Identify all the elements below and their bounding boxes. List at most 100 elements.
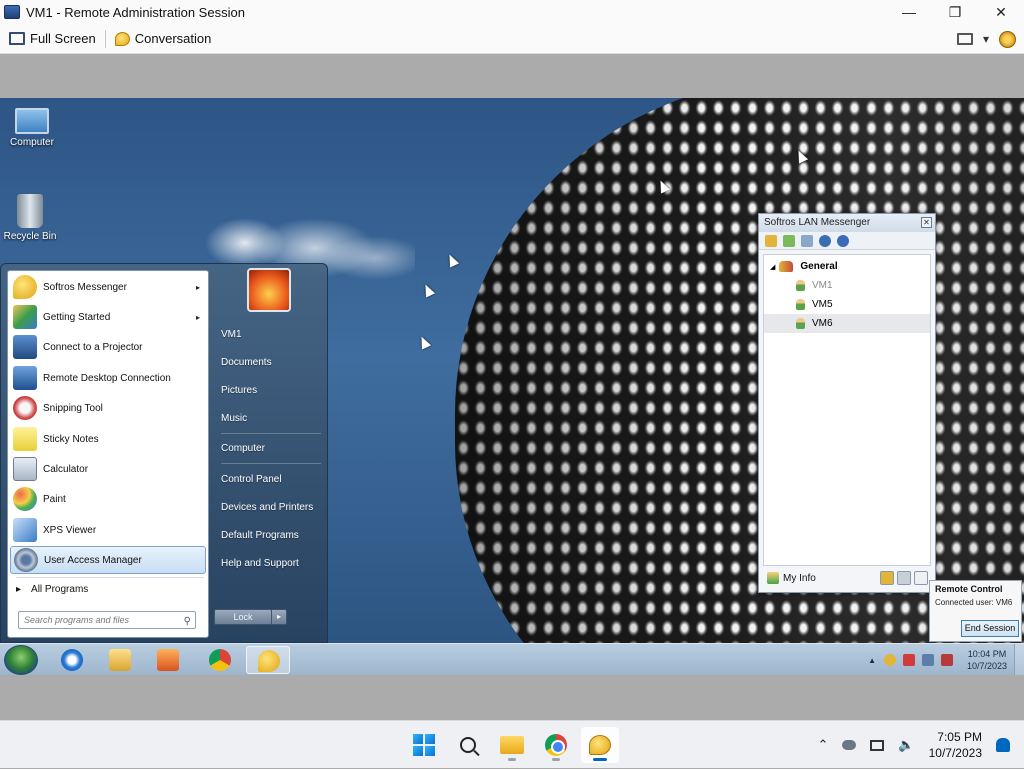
shutdown-options-arrow[interactable]: ▸ <box>271 609 287 625</box>
taskbar-internet-explorer[interactable] <box>50 646 94 674</box>
start-item-softros-messenger[interactable]: Softros Messenger ▸ <box>10 273 206 301</box>
user-avatar[interactable] <box>247 268 291 312</box>
taskbar-file-explorer[interactable] <box>98 646 142 674</box>
add-user-icon[interactable] <box>783 234 795 247</box>
sticky-notes-icon <box>13 427 37 451</box>
start-item-getting-started[interactable]: Getting Started ▸ <box>10 303 206 331</box>
user-row-vm5[interactable]: VM5 <box>764 295 930 314</box>
display-mode-dropdown-icon[interactable]: ▾ <box>983 32 989 46</box>
taskbar-chrome[interactable] <box>198 646 242 674</box>
start-item-connect-projector[interactable]: Connect to a Projector <box>10 333 206 361</box>
messenger-toolbar <box>759 232 935 250</box>
start-right-help-support[interactable]: Help and Support <box>221 558 299 569</box>
history-icon[interactable] <box>801 234 813 247</box>
start-item-sticky-notes[interactable]: Sticky Notes <box>10 425 206 453</box>
start-right-user[interactable]: VM1 <box>221 329 242 340</box>
window-title: VM1 - Remote Administration Session <box>26 4 245 20</box>
remote-desktop[interactable]: Computer Recycle Bin Softros Messenger ▸… <box>0 98 1024 675</box>
taskbar-media-player[interactable] <box>146 646 190 674</box>
user-row-vm1[interactable]: VM1 <box>764 276 930 295</box>
host-search-button[interactable] <box>449 727 487 763</box>
notification-bell-icon[interactable] <box>996 738 1010 752</box>
start-item-label: Sticky Notes <box>43 433 99 445</box>
messenger-title: Softros LAN Messenger <box>764 217 871 228</box>
user-row-vm6[interactable]: VM6 <box>764 314 930 333</box>
all-programs-label: All Programs <box>31 584 89 595</box>
tray-network-icon[interactable] <box>922 654 934 666</box>
tray-messenger-icon[interactable] <box>884 654 896 666</box>
my-info-icon <box>767 572 779 584</box>
remote-taskbar: ▲ 10:04 PM 10/7/2023 <box>0 643 1024 675</box>
info-icon[interactable] <box>837 234 849 247</box>
start-right-divider <box>221 433 321 434</box>
minimize-button[interactable]: — <box>886 0 932 24</box>
full-screen-icon <box>9 32 25 45</box>
display-mode-icon[interactable] <box>956 33 973 45</box>
my-info-button[interactable]: My Info <box>783 573 816 584</box>
start-item-paint[interactable]: Paint <box>10 485 206 513</box>
onedrive-icon[interactable] <box>842 740 857 750</box>
host-file-explorer[interactable] <box>493 727 531 763</box>
start-right-music[interactable]: Music <box>221 413 247 424</box>
remote-clock[interactable]: 10:04 PM 10/7/2023 <box>960 648 1014 672</box>
start-right-default-programs[interactable]: Default Programs <box>221 530 299 541</box>
tray-overflow-icon[interactable]: ⌃ <box>818 737 829 753</box>
tray-overflow-icon[interactable]: ▲ <box>868 656 876 665</box>
search-icon: ⚲ <box>183 616 191 627</box>
start-orb-icon[interactable] <box>4 645 38 675</box>
status-away-icon[interactable] <box>897 571 911 585</box>
maximize-button[interactable]: ❐ <box>932 0 978 24</box>
group-collapse-icon[interactable]: ◢ <box>770 263 775 271</box>
start-right-pictures[interactable]: Pictures <box>221 385 257 396</box>
start-right-documents[interactable]: Documents <box>221 357 272 368</box>
windows-start-button[interactable] <box>405 727 443 763</box>
start-item-label: Remote Desktop Connection <box>43 372 171 384</box>
submenu-arrow-icon: ▸ <box>195 312 200 322</box>
start-menu-divider <box>16 577 204 578</box>
settings-icon[interactable] <box>999 30 1016 48</box>
full-screen-button[interactable]: Full Screen <box>0 25 105 53</box>
network-icon[interactable] <box>870 739 885 751</box>
media-player-icon <box>157 649 179 671</box>
group-row-general[interactable]: ◢ General <box>764 257 930 276</box>
all-programs-button[interactable]: ▸ All Programs <box>16 584 88 595</box>
volume-icon[interactable]: 🔈 <box>898 737 914 753</box>
desktop-icon-computer[interactable]: Computer <box>0 108 64 148</box>
lock-button[interactable]: Lock <box>214 609 272 625</box>
start-right-devices-printers[interactable]: Devices and Printers <box>221 502 313 513</box>
settings-icon[interactable] <box>765 234 777 247</box>
start-item-calculator[interactable]: Calculator <box>10 455 206 483</box>
taskbar-softros-messenger[interactable] <box>246 646 290 674</box>
host-chrome[interactable] <box>537 727 575 763</box>
conversation-button[interactable]: Conversation <box>106 25 221 53</box>
user-icon <box>796 280 805 291</box>
tray-volume-muted-icon[interactable] <box>941 654 953 666</box>
calculator-icon <box>13 457 37 481</box>
start-item-xps-viewer[interactable]: XPS Viewer <box>10 516 206 544</box>
start-item-user-access-manager[interactable]: User Access Manager <box>10 546 206 574</box>
user-name: VM1 <box>812 280 833 291</box>
host-softros-messenger[interactable] <box>581 727 619 763</box>
tray-action-center-icon[interactable] <box>903 654 915 666</box>
help-icon[interactable] <box>819 234 831 247</box>
start-item-snipping-tool[interactable]: Snipping Tool <box>10 394 206 422</box>
start-item-remote-desktop[interactable]: Remote Desktop Connection <box>10 364 206 392</box>
start-search-input[interactable]: Search programs and files ⚲ <box>18 611 196 629</box>
host-clock[interactable]: 7:05 PM 10/7/2023 <box>929 729 982 761</box>
full-screen-label: Full Screen <box>30 31 96 46</box>
end-session-button[interactable]: End Session <box>961 620 1019 637</box>
messenger-user-list: ◢ General VM1 VM5 VM6 <box>763 254 931 566</box>
show-desktop-button[interactable] <box>1014 644 1024 675</box>
messenger-close-button[interactable]: ✕ <box>921 217 932 228</box>
remote-time: 10:04 PM <box>967 649 1007 659</box>
host-time: 7:05 PM <box>937 730 982 744</box>
close-button[interactable]: ✕ <box>978 0 1024 24</box>
host-date: 10/7/2023 <box>928 746 982 760</box>
start-right-control-panel[interactable]: Control Panel <box>221 474 282 485</box>
projector-icon <box>13 335 37 359</box>
folder-icon <box>109 649 131 671</box>
status-offline-icon[interactable] <box>914 571 928 585</box>
status-available-icon[interactable] <box>880 571 894 585</box>
start-right-computer[interactable]: Computer <box>221 443 265 454</box>
desktop-icon-recycle-bin[interactable]: Recycle Bin <box>0 194 62 242</box>
